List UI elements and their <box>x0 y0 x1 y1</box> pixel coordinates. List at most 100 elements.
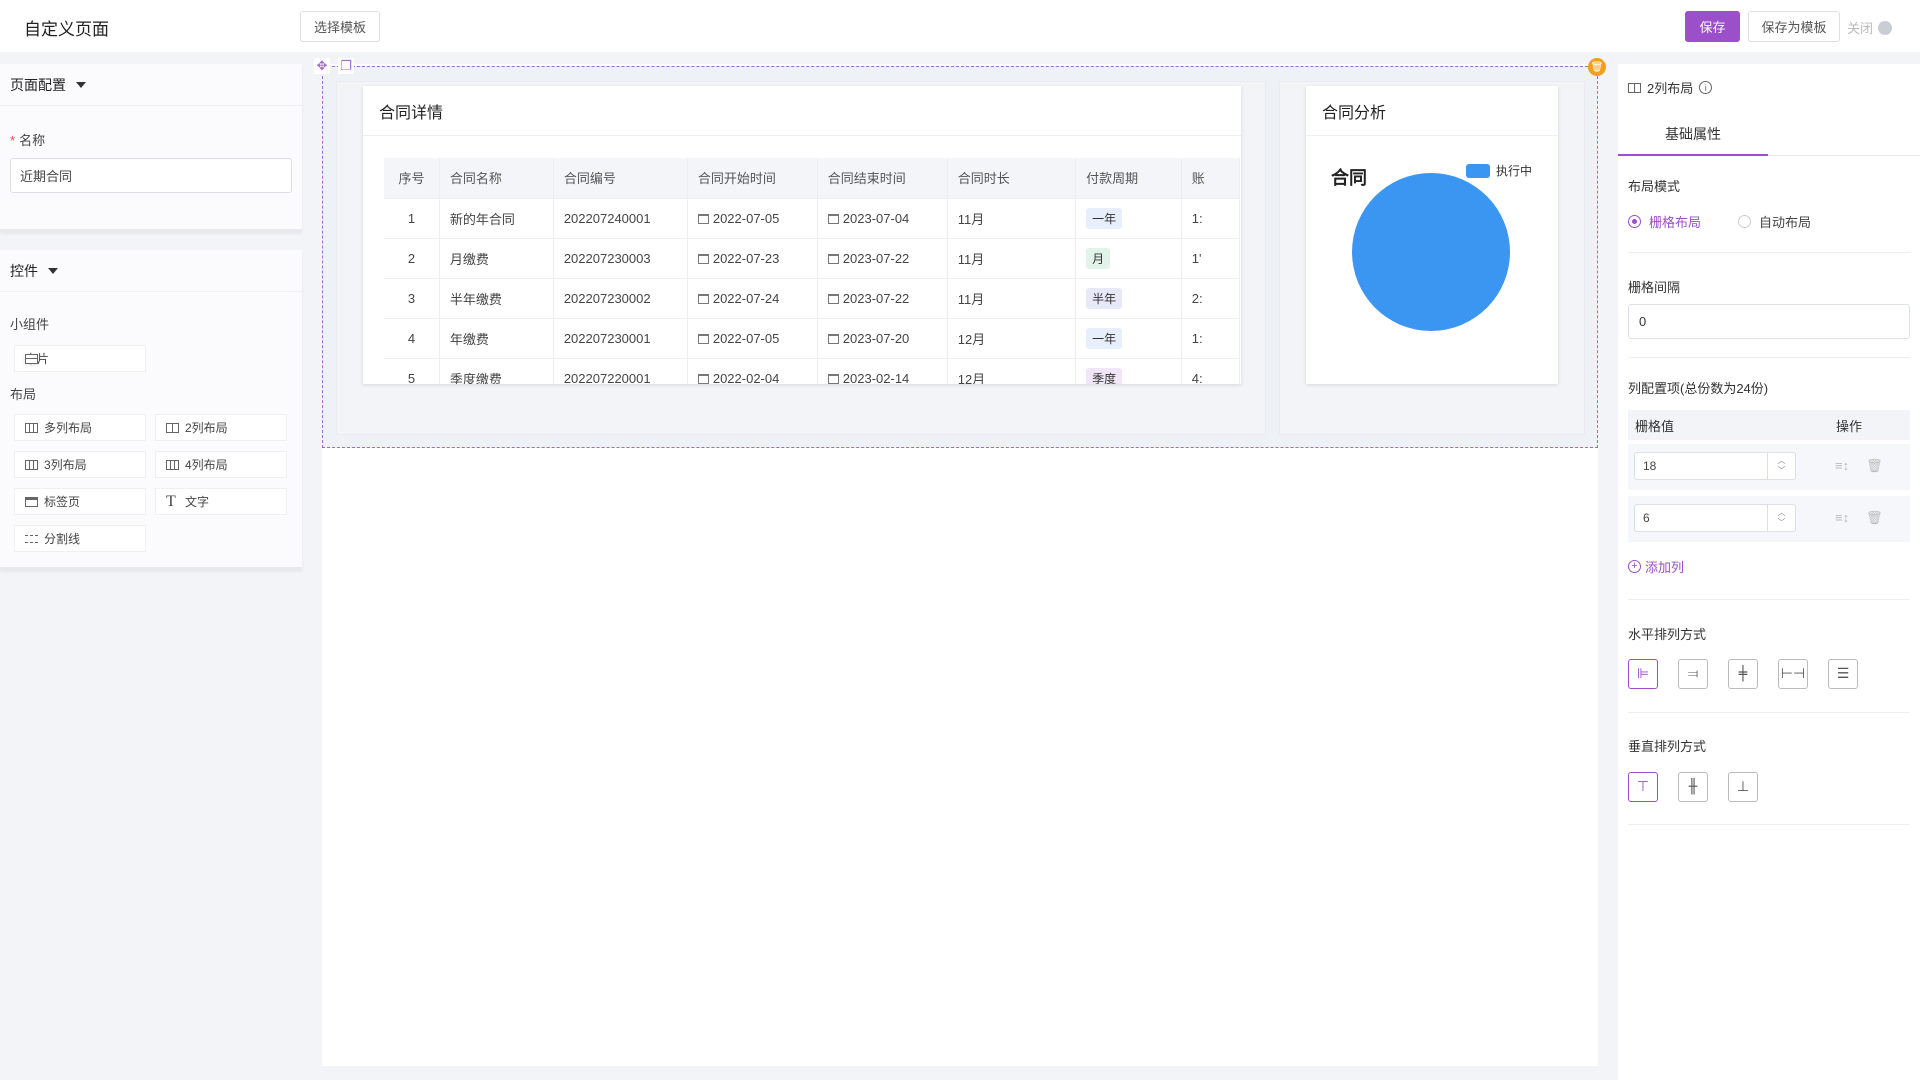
align-top-icon[interactable]: ⊤ <box>1628 772 1658 802</box>
card-icon <box>25 353 38 364</box>
control-text[interactable]: T 文字 <box>155 488 287 515</box>
multi-column-icon <box>25 422 38 433</box>
copy-icon[interactable]: ❐ <box>338 58 354 74</box>
align-left-icon[interactable]: ⊫ <box>1628 659 1658 689</box>
table-cell-no: 5 <box>384 357 440 384</box>
plus-circle-icon: + <box>1628 560 1641 573</box>
table-row[interactable]: 3 半年缴费 202207230002 2022-07-24 2023-07-22 11月… <box>384 277 1240 318</box>
save-button[interactable]: 保存 <box>1685 11 1740 42</box>
contract-table: 序号 合同名称 合同编号 合同开始时间 合同结束时间 合同时长 付款周期账 1 新的年合同 20… <box>384 158 1240 384</box>
save-as-template-button[interactable]: 保存为模板 <box>1748 11 1840 42</box>
info-icon[interactable]: i <box>1699 81 1713 94</box>
table-header-cell: 序号 <box>384 158 440 198</box>
table-row[interactable]: 2 月缴费 202207230003 2022-07-23 2023-07-22 11月月… <box>384 237 1240 278</box>
two-column-layout-block[interactable]: 合同详情 序号 合同名称 合同编号 合同开始时间 合同结束时间 合同时长 付款周期账 1 新的… <box>322 66 1598 448</box>
radio-grid-layout[interactable]: 栅格布局 <box>1628 212 1701 231</box>
control-three-column[interactable]: 3列布局 <box>14 451 146 478</box>
table-header-cell: 合同开始时间 <box>687 158 818 198</box>
table-cell-start: 2022-07-24 <box>687 277 818 318</box>
move-handle-icon[interactable]: ✥ <box>314 58 330 74</box>
divider-icon <box>25 534 38 543</box>
control-two-column[interactable]: 2列布局 <box>155 414 287 441</box>
table-row[interactable]: 5 季度缴费 202207220001 2022-02-04 2023-02-14 12月… <box>384 357 1240 384</box>
table-cell-no: 2 <box>384 237 440 278</box>
close-toggle[interactable]: 关闭 <box>1847 18 1893 37</box>
table-cell-code: 202207230002 <box>553 277 688 318</box>
radio-checked-icon <box>1628 215 1641 228</box>
payment-cycle-tag: 一年 <box>1086 327 1123 349</box>
calendar-icon <box>697 253 709 264</box>
toggle-dot-icon <box>1878 20 1893 35</box>
right-panel: 2列布局 i 基础属性 布局模式 栅格布局 自动布局 栅格间隔 0 列配置项(总… <box>1618 64 1920 1080</box>
divider <box>1628 252 1910 253</box>
trash-icon[interactable]: 🗑 <box>1866 510 1883 526</box>
table-header-cell: 合同时长 <box>947 158 1077 198</box>
radio-auto-layout[interactable]: 自动布局 <box>1738 212 1811 231</box>
calendar-icon <box>697 333 709 344</box>
control-card[interactable]: 卡片 <box>14 345 146 372</box>
table-cell-no: 3 <box>384 277 440 318</box>
grid-value-stepper[interactable]: 6 ︿ ﹀ <box>1634 504 1796 532</box>
horizontal-align-label: 水平排列方式 <box>1628 627 1707 642</box>
table-cell-no: 4 <box>384 317 440 358</box>
layout-mode-label: 布局模式 <box>1628 179 1681 194</box>
radio-unchecked-icon <box>1738 215 1751 228</box>
table-cell-end: 2023-07-22 <box>817 237 948 278</box>
align-right-icon[interactable]: ⫤ <box>1678 659 1708 689</box>
caret-down-icon <box>76 81 86 88</box>
control-four-column[interactable]: 4列布局 <box>155 451 287 478</box>
calendar-icon <box>697 213 709 224</box>
table-cell-name: 季度缴费 <box>439 357 554 384</box>
table-cell-cycle: 一年 <box>1075 197 1182 238</box>
two-column-icon <box>166 422 179 433</box>
pie-svg <box>1352 173 1510 331</box>
widgets-group-label: 小组件 <box>10 317 50 332</box>
vertical-align-label: 垂直排列方式 <box>1628 739 1707 754</box>
layout-column-2[interactable]: 合同分析 合同 执行中 <box>1279 81 1585 435</box>
align-bottom-icon[interactable]: ⊥ <box>1728 772 1758 802</box>
two-column-icon <box>1628 82 1641 93</box>
table-cell-cycle: 月 <box>1075 237 1182 278</box>
name-input[interactable]: 近期合同 <box>10 158 292 193</box>
required-mark: * <box>10 133 16 148</box>
calendar-icon <box>827 213 839 224</box>
align-space-between-icon[interactable]: ⊢⊣ <box>1778 659 1808 689</box>
trash-icon[interactable]: 🗑 <box>1866 458 1883 474</box>
component-header: 2列布局 i <box>1628 78 1713 97</box>
table-row[interactable]: 1 新的年合同 202207240001 2022-07-05 2023-07-04 11… <box>384 197 1240 238</box>
top-bar: 自定义页面 选择模板 保存 保存为模板 关闭 <box>0 0 1920 52</box>
page-config-section: 页面配置 * 名称 近期合同 <box>0 64 302 232</box>
table-cell-extra: 4: <box>1181 357 1240 384</box>
select-template-button[interactable]: 选择模板 <box>300 11 380 42</box>
column-config-row: 18 ︿ ﹀ ≡↕ 🗑 <box>1628 444 1910 490</box>
pie-slice-0[interactable] <box>1352 173 1510 331</box>
tab-basic-properties[interactable]: 基础属性 <box>1618 114 1768 156</box>
align-middle-icon[interactable]: ╫ <box>1678 772 1708 802</box>
sort-icon[interactable]: ≡↕ <box>1835 510 1849 525</box>
sort-icon[interactable]: ≡↕ <box>1835 458 1849 473</box>
payment-cycle-tag: 一年 <box>1086 207 1123 229</box>
contract-analysis-card[interactable]: 合同分析 合同 执行中 <box>1306 86 1558 384</box>
control-tabs[interactable]: 标签页 <box>14 488 146 515</box>
control-multi-column[interactable]: 多列布局 <box>14 414 146 441</box>
gutter-input[interactable]: 0 <box>1628 304 1910 339</box>
align-center-icon[interactable]: ╪ <box>1728 659 1758 689</box>
property-tabs: 基础属性 <box>1618 114 1920 156</box>
stepper-arrows-icon[interactable]: ︿ ﹀ <box>1767 505 1795 531</box>
calendar-icon <box>827 253 839 264</box>
page-config-header[interactable]: 页面配置 <box>0 64 302 106</box>
contract-detail-card[interactable]: 合同详情 序号 合同名称 合同编号 合同开始时间 合同结束时间 合同时长 付款周期账 1 新的… <box>363 86 1241 384</box>
table-cell-end: 2023-07-20 <box>817 317 948 358</box>
add-column-button[interactable]: + 添加列 <box>1628 557 1684 576</box>
grid-value-stepper[interactable]: 18 ︿ ﹀ <box>1634 452 1796 480</box>
table-cell-code: 202207230003 <box>553 237 688 278</box>
layout-column-1[interactable]: 合同详情 序号 合同名称 合同编号 合同开始时间 合同结束时间 合同时长 付款周期账 1 新的… <box>336 81 1266 435</box>
control-divider[interactable]: 分割线 <box>14 525 146 552</box>
controls-header[interactable]: 控件 <box>0 250 302 292</box>
align-space-around-icon[interactable]: ☰ <box>1828 659 1858 689</box>
table-cell-start: 2022-07-05 <box>687 197 818 238</box>
table-row[interactable]: 4 年缴费 202207230001 2022-07-05 2023-07-20 12月一… <box>384 317 1240 358</box>
delete-icon[interactable]: 🗑 <box>1588 58 1606 76</box>
stepper-arrows-icon[interactable]: ︿ ﹀ <box>1767 453 1795 479</box>
app-title: 自定义页面 <box>24 20 109 39</box>
